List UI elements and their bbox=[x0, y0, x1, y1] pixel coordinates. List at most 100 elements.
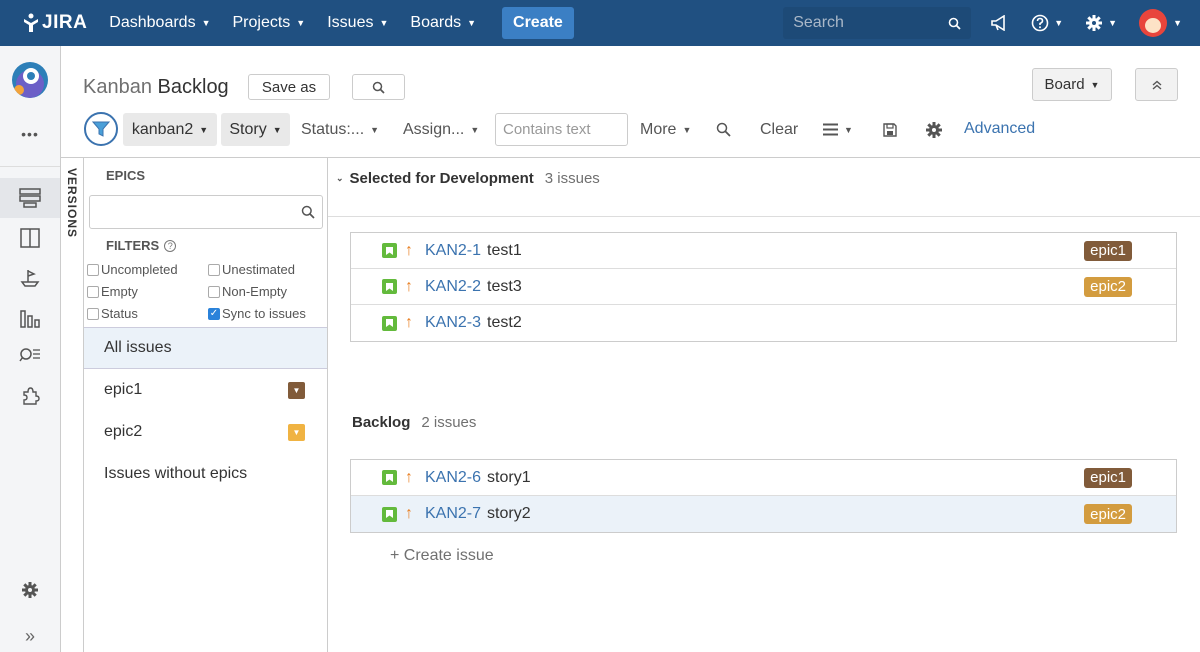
epic-item-all-issues[interactable]: All issues bbox=[84, 327, 327, 369]
contains-text-input[interactable]: Contains text bbox=[495, 113, 628, 146]
section-title: Backlog bbox=[352, 414, 411, 431]
status-filter[interactable]: Status:... ▼ bbox=[301, 121, 379, 139]
help-icon bbox=[1031, 14, 1049, 32]
epic-item-without-epics[interactable]: Issues without epics bbox=[84, 453, 327, 495]
reports-icon[interactable] bbox=[18, 306, 42, 330]
more-icon[interactable]: ••• bbox=[18, 122, 42, 146]
releases-icon[interactable] bbox=[18, 266, 42, 290]
global-search-input[interactable]: Search bbox=[783, 7, 972, 39]
create-issue-link[interactable]: + Create issue bbox=[390, 547, 494, 565]
issue-row[interactable]: ↑ KAN2-3 test2 bbox=[351, 305, 1176, 341]
layout-options-button[interactable]: ▼ bbox=[823, 123, 853, 136]
issue-key-link[interactable]: KAN2-3 bbox=[425, 314, 481, 332]
board-search-button[interactable] bbox=[352, 74, 405, 100]
epic-item-epic2[interactable]: epic2 ▼ bbox=[84, 411, 327, 453]
filter-unestimated-label: Unestimated bbox=[222, 262, 295, 277]
epic-label[interactable]: epic2 bbox=[1084, 504, 1132, 524]
epic1-dropdown-icon[interactable]: ▼ bbox=[288, 381, 305, 399]
create-button[interactable]: Create bbox=[502, 7, 574, 39]
epic-search-input[interactable] bbox=[89, 195, 323, 229]
chevron-down-icon: ▼ bbox=[470, 125, 480, 135]
issue-row-selected[interactable]: ↑ KAN2-7 story2 epic2 bbox=[351, 496, 1176, 532]
checkbox-box[interactable] bbox=[87, 263, 99, 276]
versions-label: VERSIONS bbox=[65, 168, 79, 239]
board-filter-pill[interactable]: kanban2 ▼ bbox=[123, 113, 217, 146]
save-filter-button[interactable] bbox=[883, 123, 897, 137]
issue-summary: test2 bbox=[487, 314, 522, 331]
nav-dashboards[interactable]: Dashboards ▼ bbox=[109, 14, 210, 32]
help-menu-button[interactable]: ▼ bbox=[1031, 14, 1063, 32]
advanced-search-link[interactable]: Advanced bbox=[964, 120, 1035, 138]
more-filter[interactable]: More ▼ bbox=[640, 121, 691, 139]
filter-empty-checkbox[interactable]: Empty bbox=[87, 284, 138, 299]
funnel-icon bbox=[92, 121, 110, 137]
chevron-down-icon: ▼ bbox=[199, 124, 209, 135]
epic-item-label: Issues without epics bbox=[104, 465, 248, 482]
epic-label[interactable]: epic2 bbox=[1084, 276, 1132, 297]
chevron-down-icon[interactable]: ⌄ bbox=[336, 173, 344, 184]
epic-item-epic1[interactable]: epic1 ▼ bbox=[84, 369, 327, 411]
help-icon[interactable]: ? bbox=[164, 239, 177, 252]
filter-status-checkbox[interactable]: Status bbox=[87, 306, 138, 321]
project-avatar[interactable] bbox=[12, 62, 48, 98]
type-filter-pill[interactable]: Story ▼ bbox=[221, 113, 290, 146]
filter-funnel-button[interactable] bbox=[84, 112, 118, 146]
issue-count: 2 issues bbox=[421, 414, 477, 431]
issue-row[interactable]: ↑ KAN2-6 story1 epic1 bbox=[351, 460, 1176, 496]
board-dropdown-button[interactable]: Board ▼ bbox=[1032, 68, 1112, 101]
issue-key-link[interactable]: KAN2-2 bbox=[425, 278, 481, 296]
backlog-header: Backlog 2 issues bbox=[352, 414, 476, 431]
issues-search-icon[interactable] bbox=[18, 344, 42, 368]
board-name: Kanban bbox=[83, 76, 152, 98]
collapse-header-button[interactable] bbox=[1135, 68, 1178, 101]
board-icon[interactable] bbox=[18, 226, 42, 250]
chevron-down-icon: ▼ bbox=[272, 124, 282, 135]
epic2-dropdown-icon[interactable]: ▼ bbox=[288, 423, 305, 441]
expand-sidebar-icon[interactable]: » bbox=[18, 624, 42, 648]
user-menu-button[interactable]: ▼ bbox=[1139, 9, 1182, 37]
clear-filters-button[interactable]: Clear bbox=[760, 121, 798, 139]
assignee-filter[interactable]: Assign... ▼ bbox=[403, 121, 479, 139]
filter-non-empty-checkbox[interactable]: Non-Empty bbox=[208, 284, 287, 299]
settings-icon[interactable] bbox=[18, 578, 42, 602]
save-as-button[interactable]: Save as bbox=[248, 74, 330, 100]
chevron-down-icon: ▼ bbox=[467, 18, 477, 28]
checkbox-box[interactable] bbox=[87, 285, 99, 298]
checkbox-box[interactable] bbox=[208, 285, 220, 298]
issue-row[interactable]: ↑ KAN2-1 test1 epic1 bbox=[351, 233, 1176, 269]
chevron-down-icon: ▼ bbox=[1108, 18, 1118, 28]
notifications-button[interactable] bbox=[991, 15, 1009, 31]
filter-sync-checkbox[interactable]: ✓ Sync to issues bbox=[208, 306, 306, 321]
nav-projects[interactable]: Projects ▼ bbox=[233, 14, 306, 32]
user-avatar bbox=[1139, 9, 1168, 37]
addons-icon[interactable] bbox=[18, 384, 42, 408]
search-icon bbox=[948, 17, 961, 30]
backlog-icon[interactable] bbox=[18, 186, 42, 210]
issue-key-link[interactable]: KAN2-1 bbox=[425, 242, 481, 260]
nav-boards[interactable]: Boards ▼ bbox=[410, 14, 476, 32]
checkbox-box-checked[interactable]: ✓ bbox=[208, 307, 220, 320]
sprint-header-selected[interactable]: ⌄ Selected for Development 3 issues bbox=[336, 170, 600, 187]
filter-unestimated-checkbox[interactable]: Unestimated bbox=[208, 262, 295, 277]
board-dropdown-label: Board bbox=[1044, 76, 1085, 93]
filter-uncompleted-checkbox[interactable]: Uncompleted bbox=[87, 262, 178, 277]
epics-heading: EPICS bbox=[106, 168, 146, 183]
filter-settings-button[interactable] bbox=[925, 121, 943, 139]
epic-label[interactable]: epic1 bbox=[1084, 240, 1132, 261]
issue-key-link[interactable]: KAN2-6 bbox=[425, 469, 481, 487]
issue-key-link[interactable]: KAN2-7 bbox=[425, 505, 481, 523]
checkbox-box[interactable] bbox=[87, 307, 99, 320]
jira-logo[interactable]: JIRA bbox=[22, 12, 87, 34]
filter-empty-label: Empty bbox=[101, 284, 138, 299]
nav-issues[interactable]: Issues ▼ bbox=[327, 14, 388, 32]
issue-row[interactable]: ↑ KAN2-2 test3 epic2 bbox=[351, 269, 1176, 305]
epic-label[interactable]: epic1 bbox=[1084, 467, 1132, 488]
filters-heading-label: FILTERS bbox=[106, 238, 160, 253]
chevron-down-icon: ▼ bbox=[379, 18, 389, 28]
versions-panel-toggle[interactable]: VERSIONS bbox=[61, 158, 84, 652]
top-navigation-bar: JIRA Dashboards ▼ Projects ▼ Issues ▼ Board… bbox=[0, 0, 1200, 46]
checkbox-box[interactable] bbox=[208, 263, 220, 276]
search-filter-button[interactable] bbox=[716, 122, 731, 137]
filter-non-empty-label: Non-Empty bbox=[222, 284, 288, 299]
admin-menu-button[interactable]: ▼ bbox=[1085, 14, 1117, 32]
